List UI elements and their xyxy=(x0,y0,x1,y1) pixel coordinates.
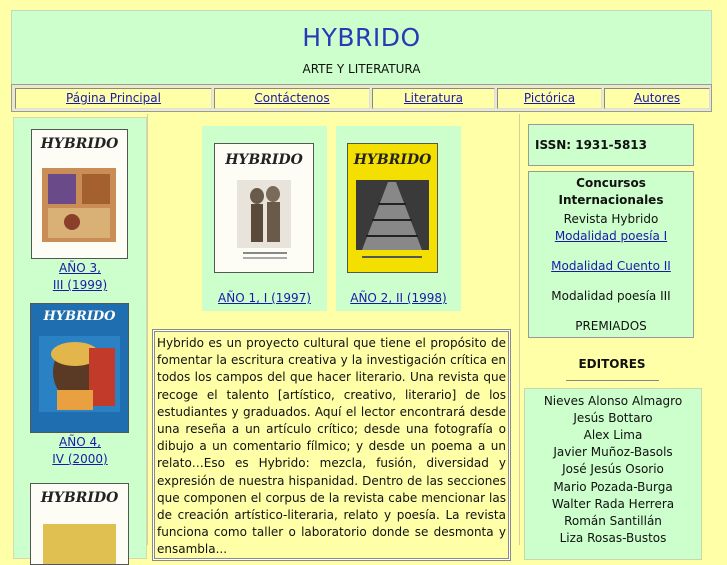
nav-link-autores[interactable]: Autores xyxy=(634,91,680,105)
nav-item-autores[interactable]: Autores xyxy=(604,88,710,109)
column-divider xyxy=(519,114,520,545)
issue-2-link[interactable]: AÑO 2, II (1998) xyxy=(336,291,461,305)
editores-list: Nieves Alonso Almagro Jesús Bottaro Alex… xyxy=(524,388,702,560)
editor-name: Liza Rosas-Bustos xyxy=(559,531,667,545)
issue-5-cover-image[interactable]: HYBRIDO xyxy=(30,483,129,565)
left-issues-column: HYBRIDO AÑO 3, III (1999) HYBRIDO AÑO 4,… xyxy=(13,117,147,565)
issue-3-link-year[interactable]: AÑO 3, xyxy=(14,260,146,276)
nav-link-pictorica[interactable]: Pictórica xyxy=(524,91,575,105)
modalidad-poesia-1-link[interactable]: Modalidad poesía I xyxy=(529,229,693,243)
nav-item-contactenos[interactable]: Contáctenos xyxy=(214,88,370,109)
cover-artwork xyxy=(237,180,291,259)
issue-1-link[interactable]: AÑO 1, I (1997) xyxy=(202,291,327,305)
cover-artwork xyxy=(43,524,116,564)
editor-name: Nieves Alonso Almagro xyxy=(543,394,683,408)
site-subtitle: ARTE Y LITERATURA xyxy=(302,62,421,76)
cover-artwork xyxy=(39,336,120,412)
site-header: HYBRIDO ARTE Y LITERATURA xyxy=(11,10,712,85)
nav-link-pagina-principal[interactable]: Página Principal xyxy=(66,91,161,105)
issue-1-cover-image[interactable]: HYBRIDO xyxy=(214,143,314,273)
issue-1-box: HYBRIDO AÑO 1, I (1997) xyxy=(202,126,327,311)
main-nav: Página Principal Contáctenos Literatura … xyxy=(11,84,712,112)
issue-4-cover-image[interactable]: HYBRIDO xyxy=(30,303,129,433)
premiados-label: PREMIADOS xyxy=(575,319,647,333)
issue-3-link-number[interactable]: III (1999) xyxy=(14,277,146,293)
nav-item-pictorica[interactable]: Pictórica xyxy=(497,88,602,109)
modalidad-cuento-2-link[interactable]: Modalidad Cuento II xyxy=(529,259,693,273)
editores-heading: EDITORES xyxy=(578,357,646,371)
editor-name: Alex Lima xyxy=(583,428,643,442)
editor-name: Román Santillán xyxy=(564,514,662,528)
concursos-title: Concursos xyxy=(576,176,646,190)
editor-name: Jesús Bottaro xyxy=(573,411,653,425)
cover-artwork xyxy=(42,168,116,242)
nav-item-literatura[interactable]: Literatura xyxy=(372,88,495,109)
editor-name: Mario Pozada-Burga xyxy=(553,480,673,494)
cover-artwork xyxy=(356,180,429,258)
editor-name: José Jesús Osorio xyxy=(562,462,664,476)
concursos-subtitle: Internacionales xyxy=(558,193,664,207)
issue-2-cover-image[interactable]: HYBRIDO xyxy=(347,143,438,273)
nav-link-literatura[interactable]: Literatura xyxy=(404,91,463,105)
editor-name: Javier Muñoz-Basols xyxy=(553,445,673,459)
nav-item-pagina-principal[interactable]: Página Principal xyxy=(15,88,212,109)
issn-box: ISSN: 1931-5813 xyxy=(528,124,694,166)
issue-3-cover-image[interactable]: HYBRIDO xyxy=(31,129,128,259)
site-title: HYBRIDO xyxy=(302,23,421,52)
about-paragraph: Hybrido es un proyecto cultural que tien… xyxy=(157,336,506,557)
about-article: Hybrido es un proyecto cultural que tien… xyxy=(152,329,511,561)
issue-4-link-year[interactable]: AÑO 4, xyxy=(14,434,146,450)
concursos-revista: Revista Hybrido xyxy=(563,212,659,226)
issn-text: ISSN: 1931-5813 xyxy=(535,138,648,152)
editores-divider xyxy=(566,380,659,381)
editor-name: Walter Rada Herrera xyxy=(551,497,675,511)
modalidad-poesia-3: Modalidad poesía III xyxy=(551,289,671,303)
column-divider xyxy=(147,114,148,545)
issue-4-link-number[interactable]: IV (2000) xyxy=(14,451,146,467)
concursos-box: Concursos Internacionales Revista Hybrid… xyxy=(528,171,694,338)
issue-2-box: HYBRIDO AÑO 2, II (1998) xyxy=(336,126,461,311)
nav-link-contactenos[interactable]: Contáctenos xyxy=(254,91,329,105)
